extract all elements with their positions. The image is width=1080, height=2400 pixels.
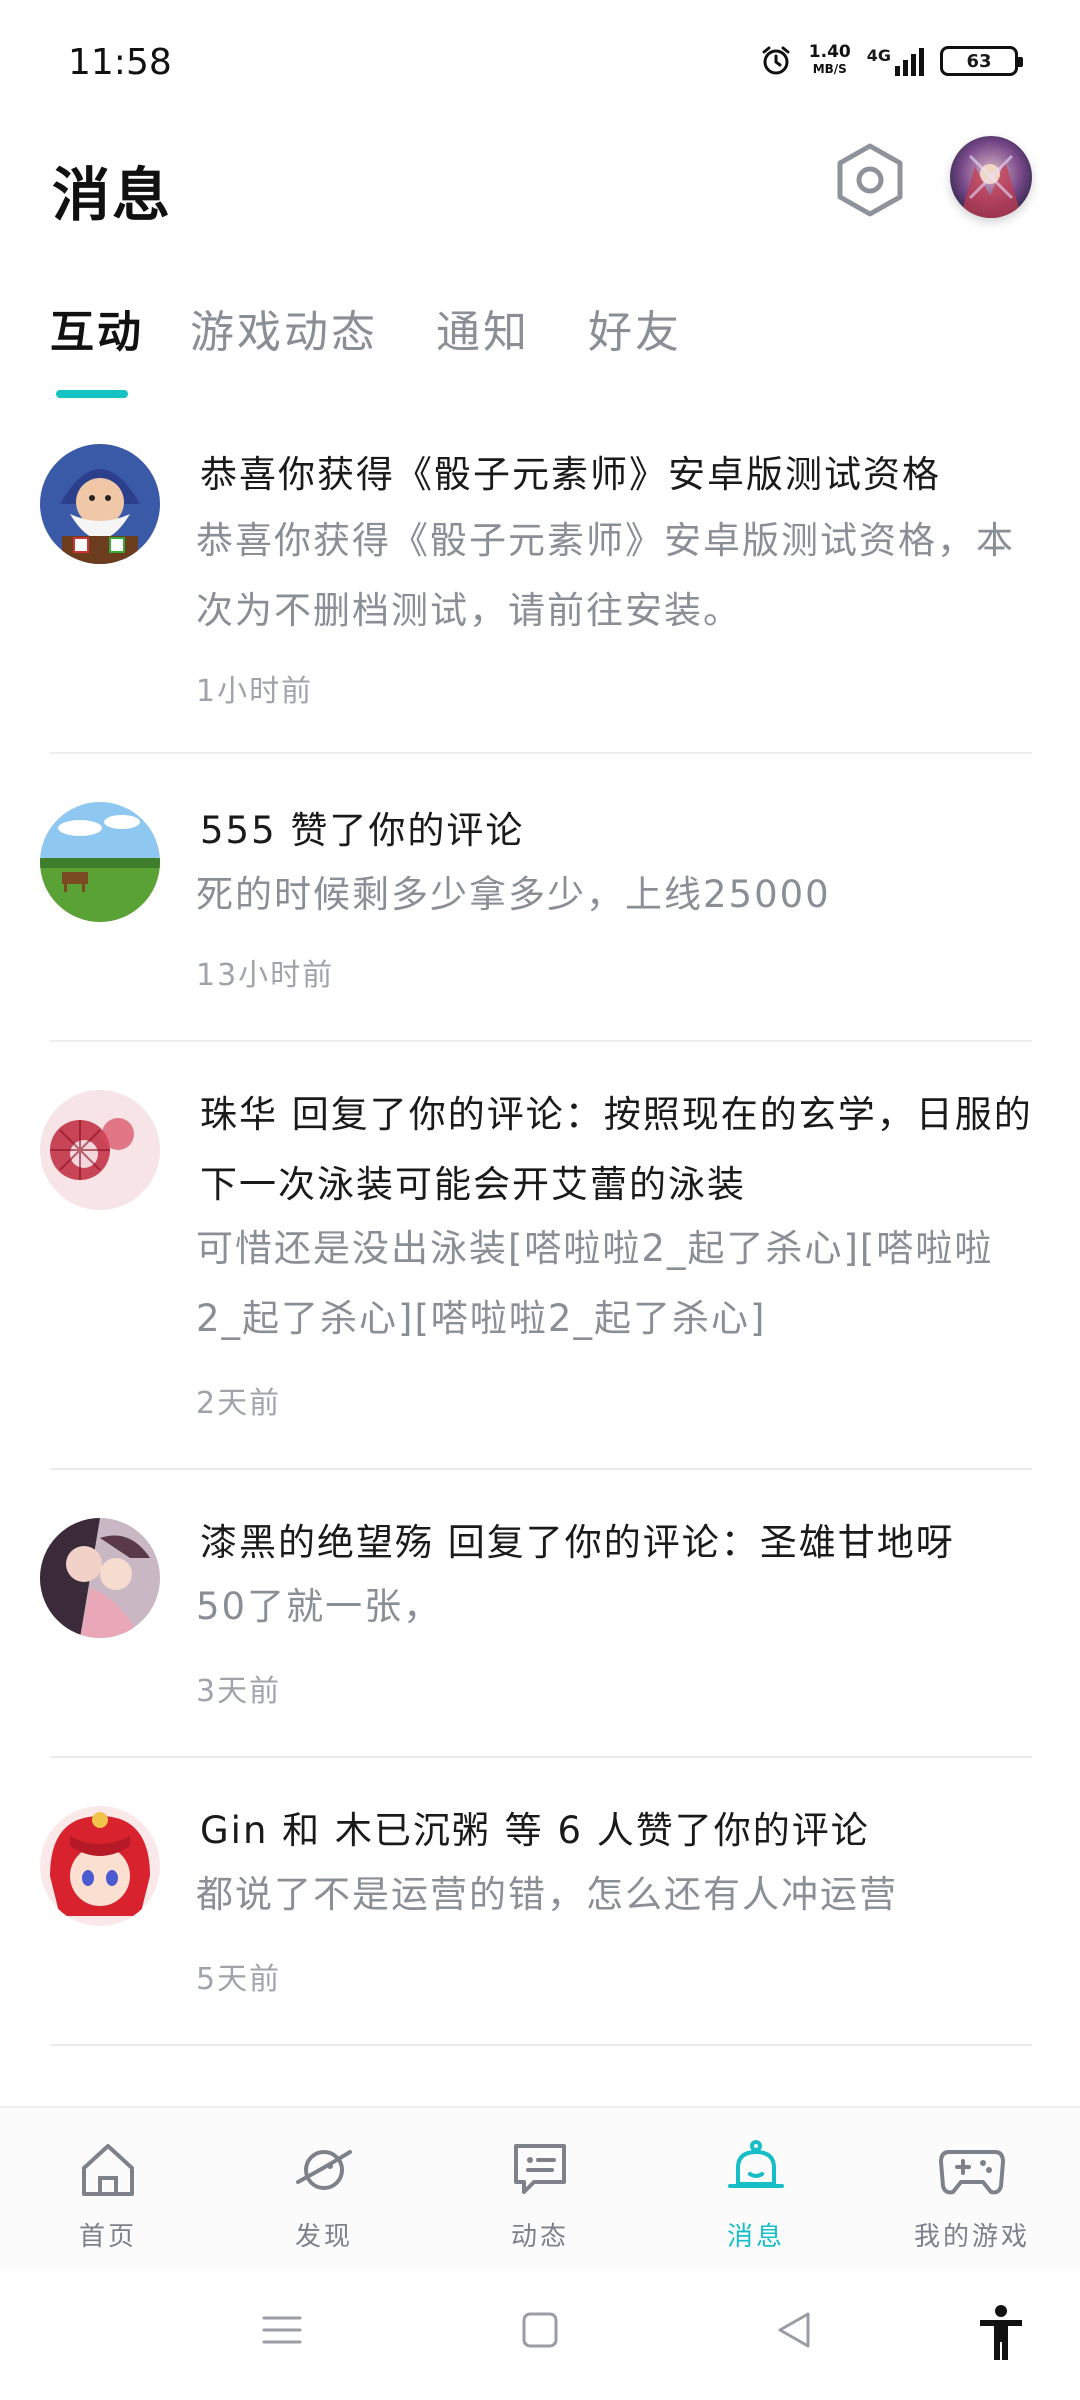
nav-item-discover[interactable]: 发现 <box>224 2138 424 2253</box>
nav-item-home[interactable]: 首页 <box>8 2138 208 2253</box>
divider <box>50 752 1032 754</box>
menu-button[interactable] <box>262 2310 302 2354</box>
network-type: 4G <box>866 46 891 65</box>
hexagon-settings-icon <box>837 143 903 217</box>
bell-icon <box>728 2140 784 2188</box>
message-time: 2天前 <box>196 1386 282 1421</box>
list-item[interactable]: 漆黑的绝望殇 回复了你的评论：圣雄甘地呀 50了就一张， 3天前 <box>0 1508 1080 1756</box>
message-body: 都说了不是运营的错，怎么还有人冲运营 <box>196 1873 898 1916</box>
tab-notifications[interactable]: 通知 <box>436 296 530 360</box>
accessibility-button[interactable] <box>976 2304 1026 2364</box>
alarm-icon <box>762 46 790 75</box>
message-time: 5天前 <box>196 1962 282 1997</box>
profile-avatar-button[interactable] <box>950 136 1032 218</box>
battery-icon: 63 <box>940 46 1023 76</box>
system-navigation-bar <box>0 2270 1080 2400</box>
status-bar: 11:58 1.40 MB/S 4G 63 <box>0 0 1080 130</box>
user-avatar <box>950 136 1032 218</box>
tab-interaction[interactable]: 互动 <box>50 296 144 360</box>
net-speed: 1.40 MB/S <box>809 44 851 78</box>
page-title: 消息 <box>52 161 173 229</box>
planet-icon <box>296 2150 352 2190</box>
signal-icon <box>895 48 924 76</box>
square-home-icon <box>522 2312 558 2348</box>
back-button[interactable] <box>774 2310 814 2354</box>
message-body: 可惜还是没出泳装[嗒啦啦2_起了杀心][嗒啦啦2_起了杀心][嗒啦啦2_起了杀心… <box>196 1227 994 1340</box>
divider <box>50 1468 1032 1470</box>
divider <box>50 1756 1032 1758</box>
tab-game-news[interactable]: 游戏动态 <box>190 296 378 360</box>
nav-label-home: 首页 <box>78 2222 137 2252</box>
divider <box>50 1040 1032 1042</box>
message-time: 13小时前 <box>196 958 335 993</box>
message-body: 死的时候剩多少拿多少，上线25000 <box>196 873 831 916</box>
divider <box>50 2044 1032 2046</box>
net-speed-unit: MB/S <box>812 62 847 76</box>
message-title: Gin 和 木已沉粥 等 6 人赞了你的评论 <box>200 1809 870 1852</box>
nav-item-my-games[interactable]: 我的游戏 <box>872 2138 1072 2253</box>
nav-item-feed[interactable]: 动态 <box>440 2138 640 2253</box>
message-title: 555 赞了你的评论 <box>200 809 525 852</box>
status-time: 11:58 <box>68 42 172 83</box>
meadow-avatar-image <box>40 802 160 922</box>
message-title: 恭喜你获得《骰子元素师》安卓版测试资格 <box>200 453 941 496</box>
gamepad-icon <box>939 2150 1005 2195</box>
avatar[interactable] <box>40 1090 160 1210</box>
nav-item-messages[interactable]: 消息 <box>656 2138 856 2253</box>
nav-label-feed: 动态 <box>510 2222 569 2252</box>
message-tabs: 互动 游戏动态 通知 好友 <box>50 296 1050 406</box>
back-triangle-icon <box>778 2312 810 2348</box>
nav-label-discover: 发现 <box>294 2222 353 2252</box>
nav-label-messages: 消息 <box>726 2222 785 2252</box>
bottom-navigation: 首页 发现 动态 消息 我的游戏 <box>0 2106 1080 2272</box>
message-time: 3天前 <box>196 1674 282 1709</box>
avatar[interactable] <box>40 802 160 922</box>
list-item[interactable]: 555 赞了你的评论 死的时候剩多少拿多少，上线25000 13小时前 <box>0 796 1080 1040</box>
list-item[interactable]: 珠华 回复了你的评论：按照现在的玄学，日服的下一次泳装可能会开艾蕾的泳装 可惜还… <box>0 1080 1080 1468</box>
net-speed-value: 1.40 <box>808 42 851 62</box>
battery-level: 63 <box>966 50 992 72</box>
message-body: 50了就一张， <box>196 1585 443 1628</box>
network-indicator: 4G <box>867 46 924 76</box>
home-button[interactable] <box>520 2310 560 2354</box>
list-item[interactable]: 恭喜你获得《骰子元素师》安卓版测试资格 恭喜你获得《骰子元素师》安卓版测试资格，… <box>0 440 1080 752</box>
menu-icon <box>262 2316 302 2344</box>
message-time: 1小时前 <box>196 674 314 709</box>
avatar[interactable] <box>40 1518 160 1638</box>
chat-icon <box>514 2144 566 2194</box>
message-body: 恭喜你获得《骰子元素师》安卓版测试资格，本次为不删档测试，请前往安装。 <box>196 519 1015 632</box>
active-tab-indicator <box>56 390 128 398</box>
status-icons: 1.40 MB/S 4G 63 <box>759 44 1023 78</box>
home-icon <box>82 2144 134 2196</box>
anime-couple-avatar-image <box>40 1518 160 1638</box>
red-hair-girl-avatar-image <box>40 1806 160 1926</box>
flower-avatar-image <box>40 1090 160 1210</box>
settings-button[interactable] <box>832 140 908 220</box>
message-title: 珠华 回复了你的评论：按照现在的玄学，日服的下一次泳装可能会开艾蕾的泳装 <box>200 1093 1033 1206</box>
nav-label-my-games: 我的游戏 <box>913 2222 1030 2252</box>
tab-friends[interactable]: 好友 <box>588 296 682 360</box>
avatar[interactable] <box>40 444 160 564</box>
accessibility-icon <box>980 2305 1022 2360</box>
avatar[interactable] <box>40 1806 160 1926</box>
dwarf-avatar-image <box>40 444 160 564</box>
list-item[interactable]: Gin 和 木已沉粥 等 6 人赞了你的评论 都说了不是运营的错，怎么还有人冲运… <box>0 1796 1080 2044</box>
message-title: 漆黑的绝望殇 回复了你的评论：圣雄甘地呀 <box>200 1521 955 1564</box>
